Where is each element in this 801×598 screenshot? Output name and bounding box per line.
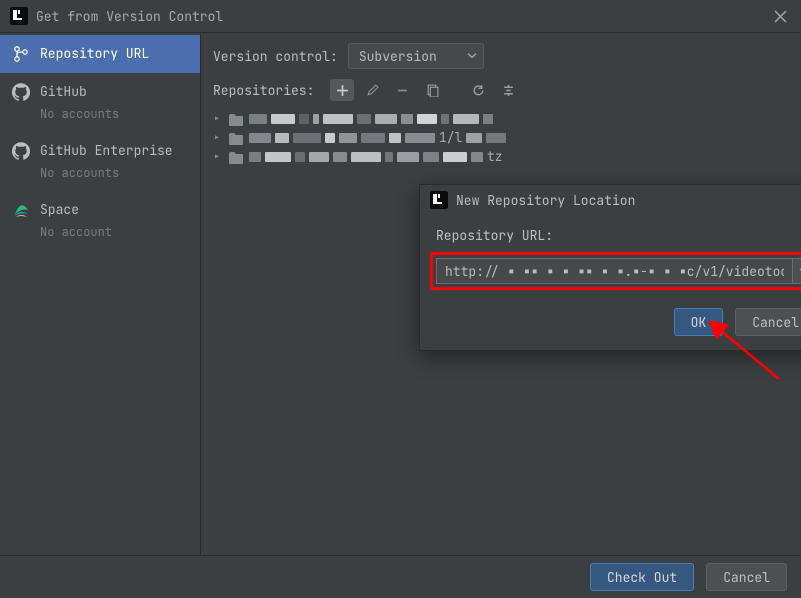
sidebar-item-space[interactable]: Space No account xyxy=(0,191,200,250)
version-control-label: Version control: xyxy=(213,48,338,65)
sidebar-item-label: GitHub xyxy=(40,83,119,100)
repositories-label: Repositories: xyxy=(213,82,314,99)
repo-url-combo xyxy=(436,258,801,284)
redacted-text xyxy=(249,132,435,144)
version-control-value: Subversion xyxy=(359,48,437,65)
folder-icon xyxy=(229,132,243,144)
sidebar-item-sub: No accounts xyxy=(40,106,119,122)
copy-icon xyxy=(426,84,439,97)
refresh-button[interactable] xyxy=(466,79,490,101)
ok-button[interactable]: OK xyxy=(674,308,724,336)
dialog-titlebar: New Repository Location xyxy=(420,185,801,215)
window-title: Get from Version Control xyxy=(36,8,769,25)
branch-icon xyxy=(12,45,30,63)
github-icon xyxy=(12,142,30,160)
redacted-text xyxy=(249,113,493,125)
close-icon xyxy=(774,10,787,23)
source-list: Repository URL GitHub No accounts GitHub… xyxy=(0,33,201,557)
add-repo-button[interactable] xyxy=(330,79,354,101)
redacted-text xyxy=(249,151,483,163)
version-control-select[interactable]: Subversion xyxy=(348,43,484,69)
sidebar-item-github[interactable]: GitHub No accounts xyxy=(0,73,200,132)
check-out-button[interactable]: Check Out xyxy=(590,563,694,591)
window-titlebar: Get from Version Control xyxy=(0,0,801,33)
sidebar-item-repository-url[interactable]: Repository URL xyxy=(0,35,200,73)
expand-icon[interactable]: ▸ xyxy=(213,129,225,146)
github-icon xyxy=(12,83,30,101)
folder-icon xyxy=(229,113,243,125)
tree-node-suffix: tz xyxy=(487,148,503,165)
sidebar-item-sub: No accounts xyxy=(40,165,173,181)
main-panel: Version control: Subversion Repositories… xyxy=(201,33,801,557)
window-close-button[interactable] xyxy=(769,5,791,27)
filter-button[interactable] xyxy=(496,79,520,101)
repo-url-label: Repository URL: xyxy=(420,215,801,252)
cancel-button[interactable]: Cancel xyxy=(735,308,801,336)
sidebar-item-sub: No account xyxy=(40,224,112,240)
pencil-icon xyxy=(366,84,379,97)
expand-icon[interactable]: ▸ xyxy=(213,148,225,165)
repo-tree[interactable]: ▸ ▸ 1/l ▸ xyxy=(201,107,801,168)
app-logo-icon xyxy=(430,191,448,209)
plus-icon xyxy=(336,84,349,97)
tree-node[interactable]: ▸ xyxy=(213,109,789,128)
copy-repo-button[interactable] xyxy=(420,79,444,101)
minus-icon xyxy=(396,84,409,97)
folder-icon xyxy=(229,151,243,163)
space-icon xyxy=(12,201,30,219)
expand-icon[interactable]: ▸ xyxy=(213,110,225,127)
app-logo-icon xyxy=(10,7,28,25)
cancel-button[interactable]: Cancel xyxy=(706,563,787,591)
repo-toolbar xyxy=(330,79,520,101)
window-footer: Check Out Cancel xyxy=(0,555,801,598)
new-repo-location-dialog: New Repository Location Repository URL: … xyxy=(419,184,801,351)
repo-url-input[interactable] xyxy=(436,258,792,284)
sidebar-item-label: GitHub Enterprise xyxy=(40,142,173,159)
filter-icon xyxy=(502,84,515,97)
tree-node[interactable]: ▸ 1/l xyxy=(213,128,789,147)
sidebar-item-label: Repository URL xyxy=(40,45,149,62)
edit-repo-button[interactable] xyxy=(360,79,384,101)
annotation-highlight xyxy=(430,252,801,290)
tree-node-suffix: 1/l xyxy=(439,129,462,146)
sidebar-item-label: Space xyxy=(40,201,112,218)
dialog-title: New Repository Location xyxy=(456,192,800,209)
sidebar-item-github-enterprise[interactable]: GitHub Enterprise No accounts xyxy=(0,132,200,191)
redacted-text xyxy=(466,132,506,144)
tree-node[interactable]: ▸ tz xyxy=(213,147,789,166)
refresh-icon xyxy=(472,84,485,97)
chevron-down-icon xyxy=(467,48,477,65)
repo-url-dropdown[interactable] xyxy=(792,258,801,284)
remove-repo-button[interactable] xyxy=(390,79,414,101)
